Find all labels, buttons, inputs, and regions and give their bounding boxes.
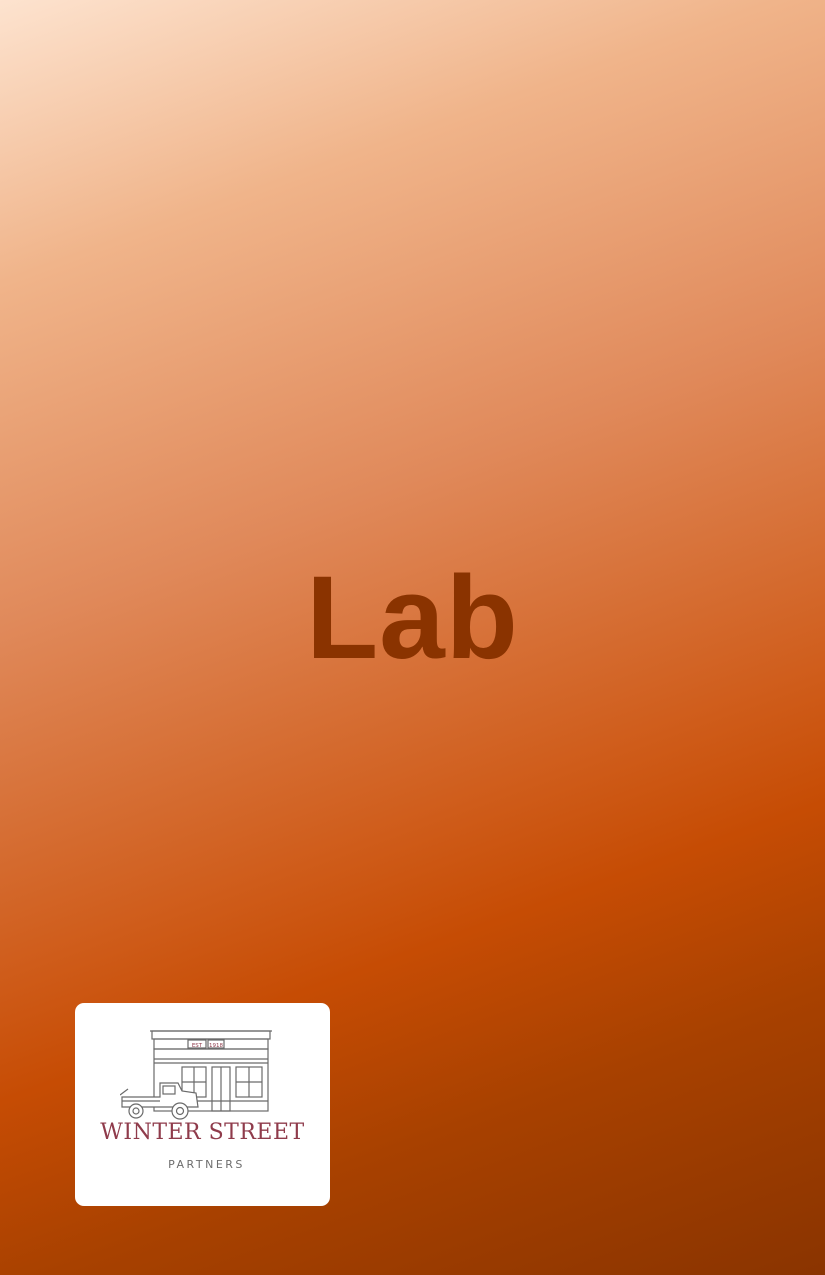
- logo-card: EST 1918 WINTER STREET PARTNERS: [75, 1003, 330, 1206]
- storefront-truck-icon: EST 1918: [120, 1030, 272, 1120]
- logo-subtitle: PARTNERS: [168, 1158, 245, 1171]
- sign-est-label: EST: [192, 1043, 203, 1049]
- sign-year-label: 1918: [209, 1043, 223, 1049]
- page-background: Lab EST 1918 WINTER STREET PARTNERS: [0, 0, 825, 1275]
- page-title: Lab: [306, 552, 519, 684]
- logo-name: WINTER STREET: [100, 1120, 305, 1145]
